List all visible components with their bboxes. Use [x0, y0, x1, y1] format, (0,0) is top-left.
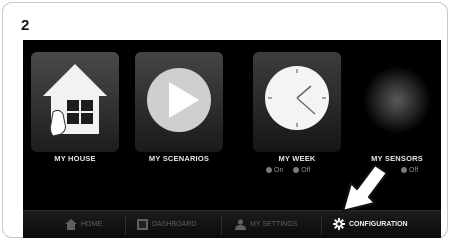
nav-home-button[interactable]: HOME	[65, 211, 102, 238]
my-sensors-tile[interactable]	[353, 52, 441, 152]
nav-home-label: HOME	[81, 221, 102, 228]
nav-divider	[221, 215, 222, 235]
off-radio-icon[interactable]	[293, 167, 300, 173]
nav-dashboard-label: DASHBOARD	[152, 221, 197, 228]
house-with-hand-icon	[43, 64, 107, 137]
dashboard-icon	[137, 218, 148, 230]
off-label: Off	[301, 167, 311, 174]
nav-settings-label: MY SETTINGS	[250, 221, 298, 228]
sensors-off-label: Off	[408, 167, 419, 174]
nav-dashboard-button[interactable]: DASHBOARD	[137, 211, 196, 238]
instruction-frame: 2 MY HOUSE MY SCENARIOS MY WEEK On Off M…	[2, 2, 448, 238]
home-icon	[65, 218, 77, 230]
nav-configuration-label: CONFIGURATION	[349, 221, 408, 228]
step-number: 2	[21, 17, 30, 34]
nav-divider	[125, 215, 126, 235]
my-scenarios-label: MY SCENARIOS	[148, 154, 210, 163]
sensors-off-radio-icon[interactable]	[400, 167, 407, 173]
sensor-glow-icon	[363, 66, 431, 134]
my-house-label: MY HOUSE	[54, 154, 96, 163]
on-label: On	[274, 167, 284, 174]
my-house-tile[interactable]	[31, 52, 119, 152]
gear-icon	[333, 218, 345, 231]
user-icon	[235, 219, 246, 230]
on-radio-icon[interactable]	[266, 167, 272, 173]
my-scenarios-tile[interactable]	[135, 52, 223, 152]
nav-divider	[321, 215, 322, 235]
my-week-toggle[interactable]: On Off	[266, 167, 310, 174]
my-week-tile[interactable]	[253, 52, 341, 152]
clock-icon	[265, 66, 329, 130]
play-icon	[147, 68, 211, 132]
nav-settings-button[interactable]: MY SETTINGS	[235, 211, 297, 238]
pointer-arrow-icon	[341, 163, 389, 213]
